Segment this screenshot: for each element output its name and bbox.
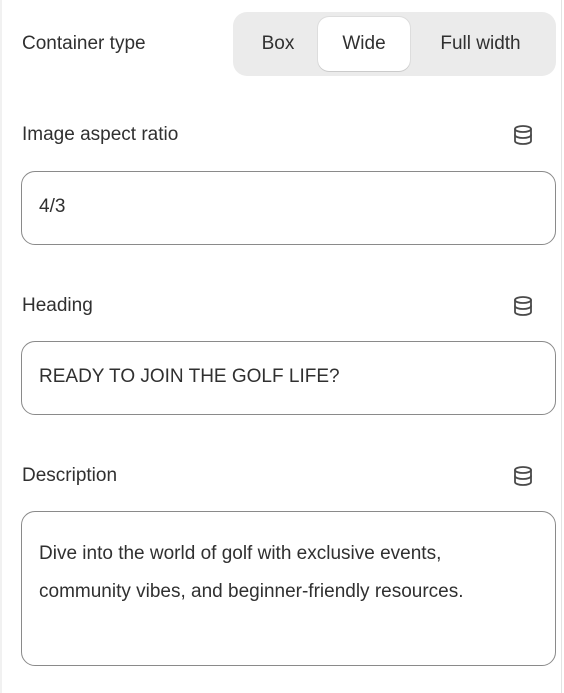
description-label: Description xyxy=(22,465,118,486)
container-type-option-wide[interactable]: Wide xyxy=(318,17,410,71)
container-type-label: Container type xyxy=(22,33,146,54)
database-icon[interactable] xyxy=(512,295,534,317)
database-icon[interactable] xyxy=(512,124,534,146)
container-type-option-full-width[interactable]: Full width xyxy=(410,17,551,71)
container-type-segmented-control: Box Wide Full width xyxy=(233,12,556,76)
heading-input[interactable]: READY TO JOIN THE GOLF LIFE? xyxy=(21,341,556,415)
description-textarea[interactable]: Dive into the world of golf with exclusi… xyxy=(21,511,556,666)
image-aspect-ratio-input[interactable]: 4/3 xyxy=(21,171,556,245)
container-type-option-box[interactable]: Box xyxy=(238,17,318,71)
panel-right-border xyxy=(561,0,562,693)
heading-label: Heading xyxy=(22,295,93,316)
database-icon[interactable] xyxy=(512,465,534,487)
panel-left-border xyxy=(0,0,2,693)
image-aspect-ratio-label: Image aspect ratio xyxy=(22,124,179,145)
